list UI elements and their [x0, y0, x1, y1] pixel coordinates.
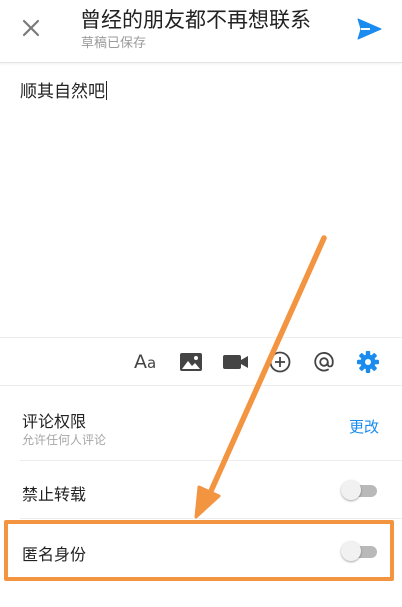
- settings-gear-icon: [357, 351, 379, 373]
- anonymous-identity-toggle[interactable]: [341, 540, 379, 562]
- video-icon: [223, 355, 248, 369]
- close-button[interactable]: [18, 15, 44, 41]
- settings-divider: [20, 518, 402, 519]
- send-icon: [357, 18, 382, 40]
- answer-editor-screen: 曾经的朋友都不再想联系 草稿已保存 顺其自然吧 Aa 评论权限 允许任何人评论 …: [0, 0, 402, 607]
- anonymous-identity-label: 匿名身份: [22, 545, 87, 564]
- top-bar: 曾经的朋友都不再想联系 草稿已保存: [0, 0, 402, 63]
- font-format-button[interactable]: Aa: [134, 349, 164, 373]
- mention-button[interactable]: [311, 350, 337, 374]
- insert-more-button[interactable]: [267, 350, 293, 374]
- answer-text-area[interactable]: 顺其自然吧: [20, 80, 380, 104]
- toggle-knob: [341, 480, 361, 500]
- send-button[interactable]: [355, 16, 383, 42]
- editor-settings-button[interactable]: [355, 350, 381, 374]
- at-icon: [314, 352, 334, 372]
- no-repost-label: 禁止转载: [22, 485, 87, 504]
- insert-image-button[interactable]: [178, 350, 204, 374]
- answer-settings-panel: 评论权限 允许任何人评论 更改 禁止转载 匿名身份: [0, 385, 402, 607]
- answer-text: 顺其自然吧: [20, 82, 105, 102]
- image-icon: [180, 353, 202, 371]
- comment-permission-label: 评论权限: [22, 412, 87, 431]
- change-comment-permission-link[interactable]: 更改: [349, 416, 379, 437]
- insert-video-button[interactable]: [221, 350, 251, 374]
- text-caret: [106, 81, 107, 100]
- font-format-icon: Aa: [134, 351, 157, 373]
- settings-divider: [20, 460, 402, 461]
- no-repost-toggle[interactable]: [341, 479, 379, 501]
- close-icon: [22, 19, 40, 37]
- draft-saved-status: 草稿已保存: [81, 36, 147, 51]
- add-circle-icon: [269, 351, 291, 373]
- toggle-knob: [341, 541, 361, 561]
- question-title: 曾经的朋友都不再想联系: [80, 8, 311, 32]
- comment-permission-value: 允许任何人评论: [22, 433, 107, 447]
- format-toolbar: Aa: [0, 337, 402, 386]
